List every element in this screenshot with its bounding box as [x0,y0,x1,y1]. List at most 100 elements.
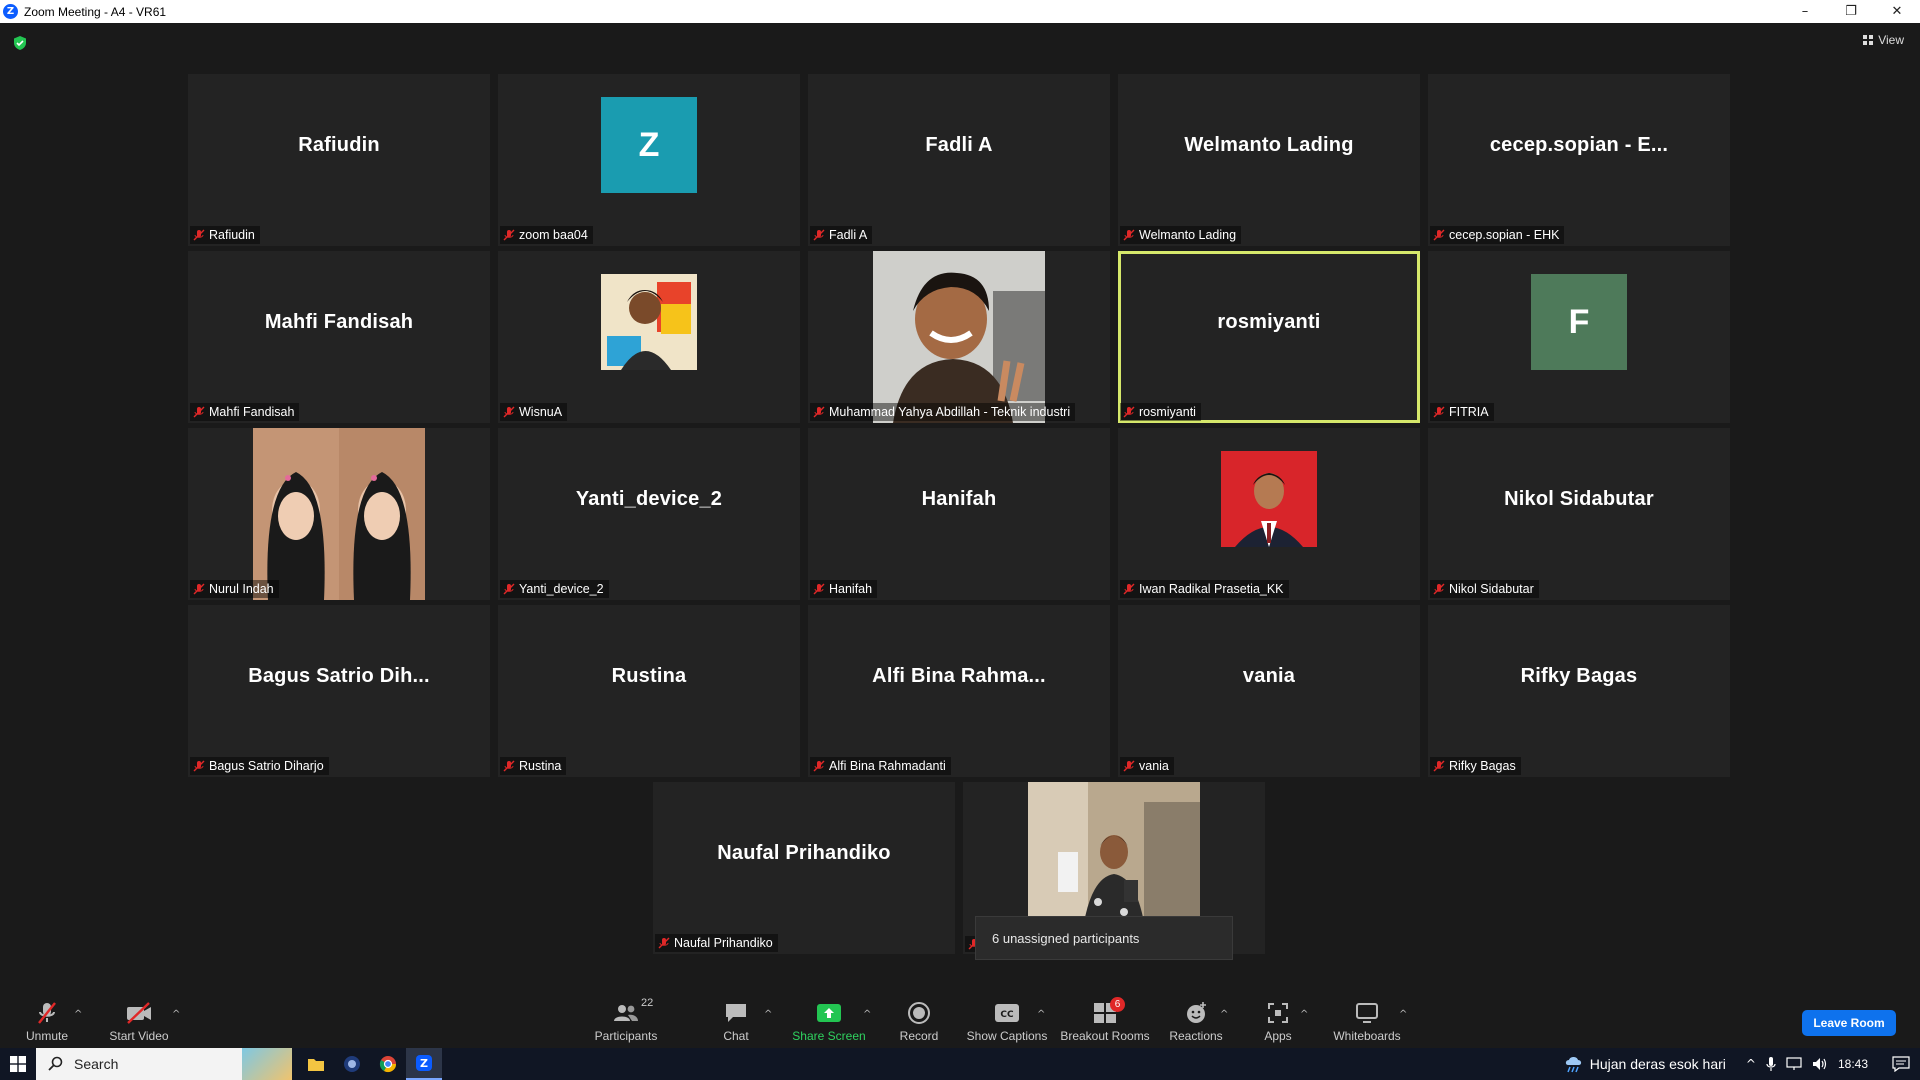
share-screen-button[interactable]: Share Screen [792,973,866,1048]
participant-tile-rosmiyanti[interactable]: rosmiyanti rosmiyanti [1118,251,1420,423]
mic-muted-icon [193,583,205,595]
participant-tile-rustina[interactable]: Rustina Rustina [498,605,800,777]
mic-muted-icon [36,1001,58,1025]
participant-display-name: Naufal Prihandiko [717,841,891,864]
network-icon[interactable] [1786,1057,1802,1071]
participant-display-name: cecep.sopian - E... [1489,133,1669,156]
taskbar-search-box[interactable]: Search [36,1048,292,1080]
participant-tile-rifky-bagas[interactable]: Rifky Bagas Rifky Bagas [1428,605,1730,777]
participant-name-label: Rustina [519,759,562,773]
apps-options-caret-icon[interactable]: ^ [1300,1009,1308,1020]
video-options-caret-icon[interactable]: ^ [172,1009,180,1020]
close-button[interactable]: ✕ [1874,0,1920,23]
participant-display-name: Mahfi Fandisah [264,310,414,333]
participant-tile-muhammad-yahya-abdillah-teknik-industri[interactable]: Muhammad Yahya Abdillah - Teknik industr… [808,251,1110,423]
notifications-icon[interactable] [1892,1056,1910,1072]
clock: 18:43 [1837,1057,1868,1071]
mic-muted-icon [1433,406,1445,418]
rain-cloud-icon [1565,1057,1581,1073]
svg-text:Z: Z [420,1057,428,1070]
participant-display-name: Rafiudin [298,133,380,156]
participant-tile-cecep-sopian-ehk[interactable]: cecep.sopian - E... cecep.sopian - EHK [1428,74,1730,246]
participant-name-label: Nikol Sidabutar [1449,582,1534,596]
participant-display-name: vania [1242,664,1296,687]
participant-name-label: Alfi Bina Rahmadanti [829,759,946,773]
participant-tile-yanti-device-2[interactable]: Yanti_device_2 Yanti_device_2 [498,428,800,600]
participant-tile-fitria[interactable]: F FITRIA [1428,251,1730,423]
start-video-button[interactable]: Start Video [106,973,172,1048]
apps-icon [1267,1001,1289,1025]
unmute-button[interactable]: Unmute [22,973,72,1048]
participant-tile-naufal-prihandiko[interactable]: Naufal Prihandiko Naufal Prihandiko [653,782,955,954]
avatar-letter: F [1531,274,1627,370]
zoom-taskbar-icon[interactable]: Z [406,1048,442,1080]
mic-muted-icon [1123,760,1135,772]
participant-tile-iwan-radikal-prasetia-kk[interactable]: Iwan Radikal Prasetia_KK [1118,428,1420,600]
microphone-icon[interactable] [1766,1056,1776,1072]
reactions-button[interactable]: Reactions [1168,973,1224,1048]
file-explorer-icon[interactable] [298,1048,334,1080]
mic-muted-icon [1123,406,1135,418]
record-button[interactable]: Record [896,973,942,1048]
record-icon [907,1001,931,1025]
participant-tile-nurul-indah[interactable]: Nurul Indah [188,428,490,600]
apps-button[interactable]: Apps [1258,973,1298,1048]
participant-name-label: Hanifah [829,582,873,596]
participant-name-label: vania [1139,759,1169,773]
participant-tile-bagus-satrio-diharjo[interactable]: Bagus Satrio Dih... Bagus Satrio Diharjo [188,605,490,777]
whiteboards-button[interactable]: Whiteboards [1330,973,1404,1048]
chat-icon [724,1001,748,1025]
participant-tile-zoom-baa04[interactable]: Zzoom baa04 [498,74,800,246]
participant-tile-fadli-a[interactable]: Fadli A Fadli A [808,74,1110,246]
participant-video [873,251,1045,423]
search-highlight-image [242,1048,292,1080]
participant-name-tag: rosmiyanti [1120,403,1201,421]
captions-options-caret-icon[interactable]: ^ [1037,1009,1045,1020]
minimize-button[interactable]: – [1782,0,1828,23]
leave-room-button[interactable]: Leave Room [1802,1010,1896,1036]
chrome-icon[interactable] [370,1048,406,1080]
weather-widget[interactable]: Hujan deras esok hari [1564,1055,1726,1073]
participant-name-label: WisnuA [519,405,563,419]
participant-grid: Rafiudin Rafiudin Zzoom baa04 Fadli A Fadli … [188,74,1733,777]
mic-muted-icon [503,406,515,418]
reactions-options-caret-icon[interactable]: ^ [1220,1009,1228,1020]
audio-options-caret-icon[interactable]: ^ [74,1009,82,1020]
chat-options-caret-icon[interactable]: ^ [764,1009,772,1020]
participant-tile-wisnua[interactable]: WisnuA [498,251,800,423]
volume-icon[interactable] [1812,1057,1828,1071]
reactions-smiley-icon [1184,1001,1208,1025]
participant-name-tag: Mahfi Fandisah [190,403,300,421]
breakout-rooms-button[interactable]: 6 Breakout Rooms [1060,973,1150,1048]
show-captions-button[interactable]: CC Show Captions [966,973,1048,1048]
security-shield-icon[interactable] [12,35,28,51]
participant-tile-welmanto-lading[interactable]: Welmanto Lading Welmanto Lading [1118,74,1420,246]
mic-muted-icon [813,406,825,418]
participant-tile-rafiudin[interactable]: Rafiudin Rafiudin [188,74,490,246]
chat-button[interactable]: Chat [716,973,756,1048]
participant-name-tag: zoom baa04 [500,226,593,244]
whiteboards-options-caret-icon[interactable]: ^ [1399,1009,1407,1020]
tray-chevron-icon[interactable]: ^ [1746,1057,1756,1071]
participant-display-name: Alfi Bina Rahma... [872,664,1046,687]
participant-name-tag: WisnuA [500,403,568,421]
participant-name-label: Yanti_device_2 [519,582,604,596]
restore-button[interactable]: ❐ [1828,0,1874,23]
participants-button[interactable]: 22 Participants [592,973,660,1048]
participant-tile-mahfi-fandisah[interactable]: Mahfi Fandisah Mahfi Fandisah [188,251,490,423]
participant-tile-nikol-sidabutar[interactable]: Nikol Sidabutar Nikol Sidabutar [1428,428,1730,600]
share-options-caret-icon[interactable]: ^ [863,1009,871,1020]
participant-tile-vania[interactable]: vania vania [1118,605,1420,777]
participant-name-label: Nurul Indah [209,582,274,596]
participant-name-label: Naufal Prihandiko [674,936,773,950]
participant-tile-hanifah[interactable]: Hanifah Hanifah [808,428,1110,600]
app-icon[interactable] [334,1048,370,1080]
windows-start-icon[interactable] [0,1048,36,1080]
participant-video [253,428,425,600]
participant-display-name: Fadli A [925,133,993,156]
participant-name-tag: Muhammad Yahya Abdillah - Teknik industr… [810,403,1076,421]
mic-muted-icon [1123,229,1135,241]
participant-tile-alfi-bina-rahmadanti[interactable]: Alfi Bina Rahma... Alfi Bina Rahmadanti [808,605,1110,777]
participant-name-label: Rafiudin [209,228,255,242]
view-button[interactable]: View [1863,33,1904,47]
